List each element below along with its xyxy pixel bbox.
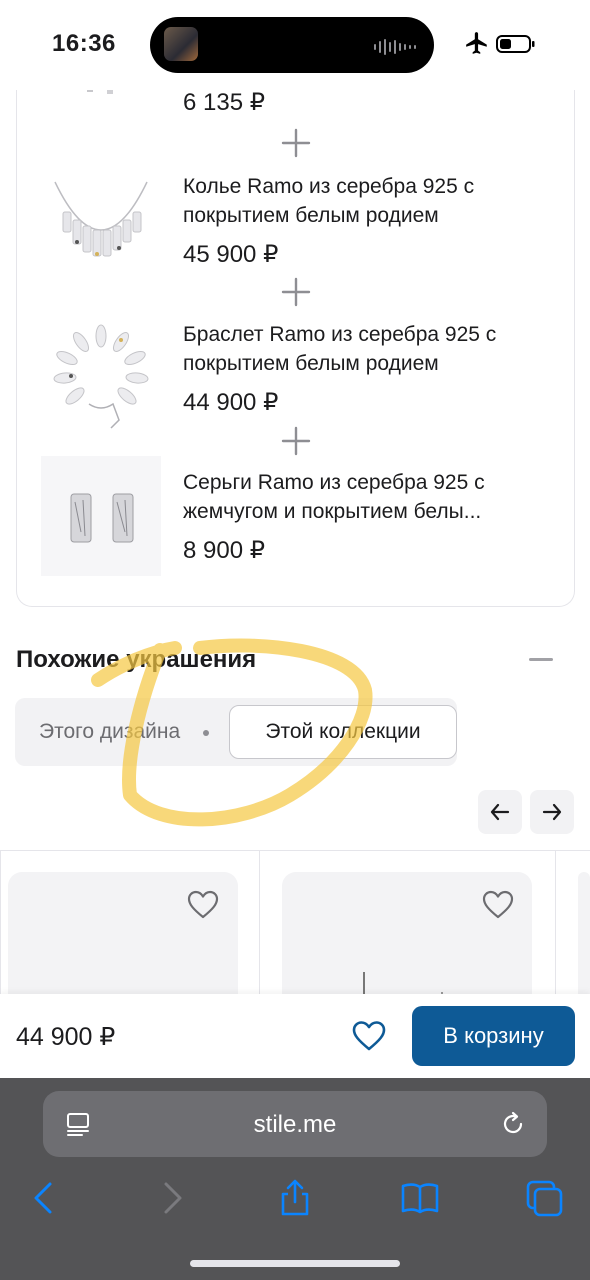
- similar-segmented-control: Этого дизайна Этой коллекции: [15, 698, 457, 766]
- carousel-next-button[interactable]: [530, 790, 574, 834]
- item-title-line1[interactable]: Колье Ramo из серебра 925 с: [183, 172, 563, 201]
- carousel-divider: [555, 850, 556, 1000]
- favorite-heart-icon[interactable]: [352, 1020, 386, 1052]
- dynamic-island[interactable]: [150, 17, 434, 73]
- earrings-image: [41, 456, 161, 576]
- browser-toolbar: stile.me: [0, 1078, 590, 1280]
- item-price: 8 900 ₽: [183, 537, 265, 564]
- item-price: 6 135 ₽: [183, 89, 265, 116]
- share-icon[interactable]: [275, 1178, 315, 1218]
- arrow-left-icon: [490, 803, 510, 821]
- carousel-divider: [0, 850, 1, 1000]
- section-title: Похожие украшения: [16, 646, 257, 673]
- necklace-image: [54, 181, 148, 257]
- carousel-prev-button[interactable]: [478, 790, 522, 834]
- forward-icon[interactable]: [152, 1178, 192, 1218]
- back-icon[interactable]: [24, 1178, 64, 1218]
- reload-icon[interactable]: [499, 1110, 527, 1138]
- tabs-icon[interactable]: [524, 1178, 564, 1218]
- bundle-card: 6 135 ₽ Колье Ramo из серебра 925 с покр…: [16, 60, 575, 607]
- item-price: 44 900 ₽: [183, 389, 279, 416]
- status-bar: 16:36: [0, 0, 590, 90]
- address-bar[interactable]: stile.me: [43, 1091, 547, 1157]
- heart-icon[interactable]: [482, 890, 514, 920]
- buy-bar: 44 900 ₽ В корзину: [0, 994, 590, 1078]
- collapse-icon[interactable]: [529, 658, 553, 661]
- tab-this-design[interactable]: Этого дизайна: [39, 720, 180, 744]
- item-title-line2[interactable]: покрытием белым родием: [183, 201, 563, 230]
- carousel-divider: [0, 850, 590, 851]
- item-title-line1[interactable]: Браслет Ramo из серебра 925 с: [183, 320, 563, 349]
- bracelet-image: [53, 324, 149, 429]
- url-text: stile.me: [253, 1111, 337, 1138]
- airplane-icon: [466, 32, 487, 54]
- battery-icon: [496, 35, 535, 53]
- heart-icon[interactable]: [187, 890, 219, 920]
- item-title-line1[interactable]: Серьги Ramo из серебра 925 с: [183, 468, 563, 497]
- item-title-line2[interactable]: жемчугом и покрытием белы...: [183, 497, 563, 526]
- tab-this-collection[interactable]: Этой коллекции: [229, 705, 457, 759]
- now-playing-artwork: [164, 27, 198, 61]
- plus-icon: [281, 128, 311, 158]
- carousel-divider: [259, 850, 260, 1000]
- add-to-cart-button[interactable]: В корзину: [412, 1006, 575, 1066]
- item-title-line2[interactable]: покрытием белым родием: [183, 349, 563, 378]
- status-time: 16:36: [52, 30, 116, 57]
- arrow-right-icon: [542, 803, 562, 821]
- buy-price: 44 900 ₽: [16, 1023, 116, 1051]
- product-card-image[interactable]: [578, 872, 590, 1002]
- home-indicator: [190, 1260, 400, 1267]
- bookmarks-icon[interactable]: [400, 1178, 440, 1218]
- audio-waveform-icon: [374, 39, 416, 55]
- separator-dot: [203, 730, 209, 736]
- item-price: 45 900 ₽: [183, 241, 279, 268]
- plus-icon: [281, 277, 311, 307]
- plus-icon: [281, 426, 311, 456]
